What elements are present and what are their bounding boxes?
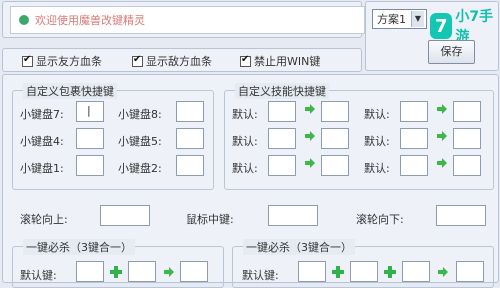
skill-default-key[interactable]: [400, 155, 428, 176]
option-label: 禁止用WIN键: [254, 55, 321, 68]
skill-custom-key[interactable]: [321, 128, 349, 149]
skill-custom-key[interactable]: [453, 155, 481, 176]
middle-button-label: 鼠标中键:: [186, 213, 234, 226]
wheel-down-label: 滚轮向下:: [356, 213, 404, 226]
welcome-text: 欢迎使用魔兽改键精灵: [35, 14, 145, 27]
skill-default-key[interactable]: [400, 128, 428, 149]
combo-right-key1[interactable]: [298, 261, 326, 282]
combo-left-key2[interactable]: [128, 261, 156, 282]
arrow-right-icon: [305, 104, 315, 114]
skill-default-key[interactable]: [268, 101, 296, 122]
skill-custom-key[interactable]: [453, 101, 481, 122]
slot-label: 小键盘5:: [118, 135, 162, 148]
option-label: 显示敌方血条: [146, 55, 212, 68]
option-label: 显示友方血条: [36, 55, 102, 68]
chevron-down-icon: ▼: [411, 11, 424, 27]
plus-icon: [384, 266, 396, 278]
slot-label: 小键盘8:: [118, 108, 162, 121]
skill-default-key[interactable]: [268, 128, 296, 149]
scheme-select-value: 方案1: [377, 13, 406, 26]
option-show-enemy-hp[interactable]: 显示敌方血条: [132, 53, 212, 69]
inventory-group-title: 自定义包裹快捷键: [23, 83, 117, 99]
combo-left-title: 一键必杀（3键合一）: [23, 239, 135, 255]
skill-default-label: 默认:: [232, 135, 258, 148]
skill-default-key[interactable]: [400, 101, 428, 122]
slot-input-numpad8[interactable]: [176, 101, 204, 122]
slot-input-numpad7[interactable]: |: [76, 101, 104, 122]
combo-right-key3[interactable]: [402, 261, 430, 282]
slot-label: 小键盘2:: [118, 162, 162, 175]
plus-icon: [332, 266, 344, 278]
skill-default-label: 默认:: [232, 162, 258, 175]
skill-custom-key[interactable]: [453, 128, 481, 149]
checkbox-icon[interactable]: [132, 54, 143, 67]
slot-input-numpad2[interactable]: [176, 155, 204, 176]
checkbox-icon[interactable]: [22, 54, 33, 67]
skill-default-label: 默认:: [364, 135, 390, 148]
middle-button-input[interactable]: [268, 205, 318, 226]
slot-label: 小键盘7:: [20, 108, 64, 121]
slot-input-numpad4[interactable]: [76, 128, 104, 149]
skill-default-label: 默认:: [364, 162, 390, 175]
skill-custom-key[interactable]: [321, 155, 349, 176]
slot-label: 小键盘4:: [20, 135, 64, 148]
combo-right-result[interactable]: [456, 261, 484, 282]
plus-icon: [110, 266, 122, 278]
wheel-down-input[interactable]: [436, 205, 486, 226]
wheel-up-label: 滚轮向上:: [20, 213, 68, 226]
arrow-right-icon: [437, 131, 447, 141]
skill-default-key[interactable]: [268, 155, 296, 176]
combo-left-result[interactable]: [180, 261, 208, 282]
checkbox-icon[interactable]: [240, 54, 251, 67]
slot-input-numpad5[interactable]: [176, 128, 204, 149]
skill-custom-key[interactable]: [321, 101, 349, 122]
slot-input-numpad1[interactable]: [76, 155, 104, 176]
combo-right-title: 一键必杀（3键合一）: [243, 239, 355, 255]
arrow-right-icon: [437, 104, 447, 114]
save-button[interactable]: 保存: [428, 40, 475, 64]
wheel-up-input[interactable]: [100, 205, 150, 226]
welcome-banner: 欢迎使用魔兽改键精灵: [10, 6, 365, 34]
arrow-right-icon: [305, 158, 315, 168]
skill-default-label: 默认:: [364, 108, 390, 121]
skill-group-title: 自定义技能快捷键: [235, 83, 329, 99]
arrow-right-icon: [438, 267, 448, 277]
arrow-right-icon: [164, 267, 174, 277]
arrow-right-icon: [305, 131, 315, 141]
combo-right-key2[interactable]: [350, 261, 378, 282]
option-show-ally-hp[interactable]: 显示友方血条: [22, 53, 102, 69]
combo-left-key1[interactable]: [76, 261, 104, 282]
scheme-select[interactable]: 方案1 ▼: [372, 9, 427, 29]
arrow-right-icon: [437, 158, 447, 168]
logo-mark-icon: 7: [430, 13, 453, 39]
option-disable-win-key[interactable]: 禁止用WIN键: [240, 53, 320, 69]
slot-label: 小键盘1:: [20, 162, 64, 175]
skill-default-label: 默认:: [232, 108, 258, 121]
status-icon: [19, 15, 29, 25]
